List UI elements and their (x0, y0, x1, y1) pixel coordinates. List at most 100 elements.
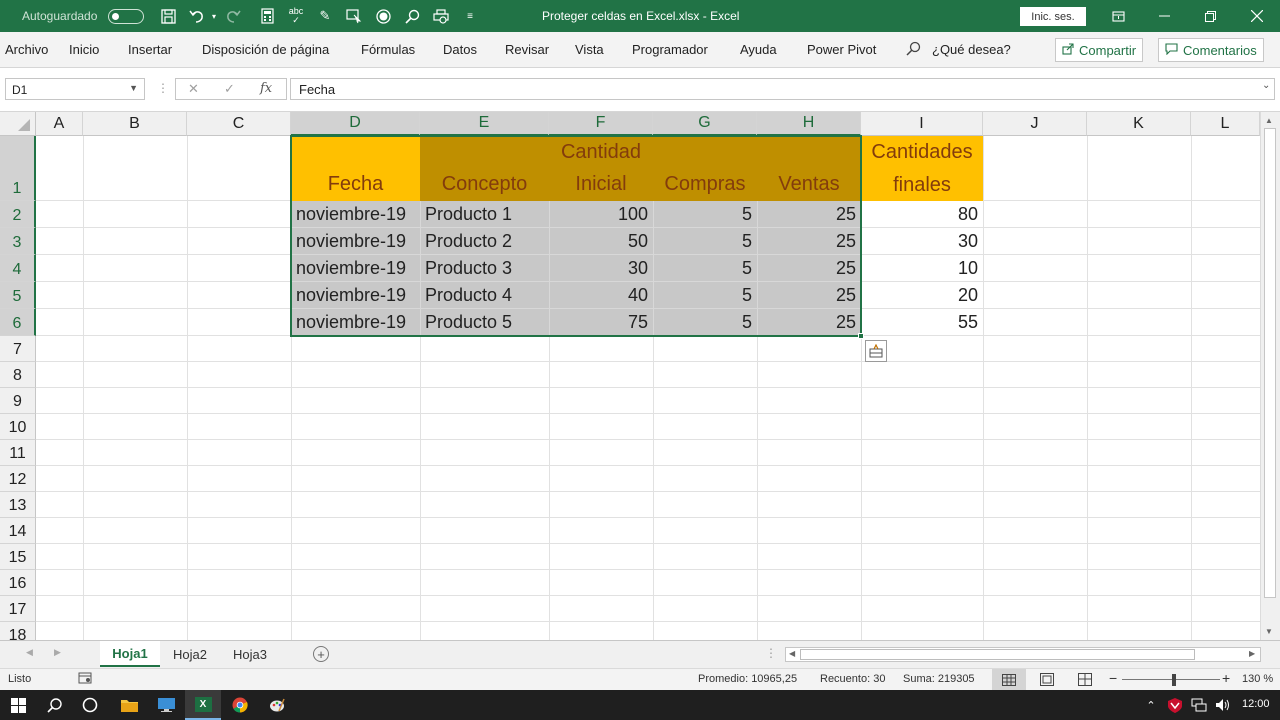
cell-i3[interactable]: 30 (861, 228, 983, 255)
cell-i6[interactable]: 55 (861, 309, 983, 336)
fill-handle[interactable] (858, 333, 864, 339)
zoom-in-icon[interactable]: + (1222, 670, 1230, 686)
col-header-j[interactable]: J (983, 112, 1087, 136)
network-icon[interactable] (1186, 690, 1212, 720)
col-header-d[interactable]: D (291, 112, 420, 136)
row-header-15[interactable]: 15 (0, 544, 36, 570)
scroll-down-icon[interactable]: ▼ (1265, 627, 1273, 636)
row-header-7[interactable]: 7 (0, 336, 36, 362)
clock[interactable]: 12:00 (1242, 698, 1270, 710)
tab-datos[interactable]: Datos (443, 42, 477, 57)
row-header-8[interactable]: 8 (0, 362, 36, 388)
col-header-b[interactable]: B (83, 112, 187, 136)
normal-view-icon[interactable] (992, 669, 1026, 690)
close-icon[interactable] (1234, 0, 1280, 32)
col-header-h[interactable]: H (757, 112, 861, 136)
expand-formula-icon[interactable]: ⌄ (1262, 80, 1270, 91)
restore-icon[interactable] (1187, 0, 1233, 32)
col-header-f[interactable]: F (549, 112, 653, 136)
vertical-scrollbar[interactable]: ▲ ▼ (1260, 112, 1280, 640)
sum-stat[interactable]: Suma: 219305 (903, 673, 975, 685)
chevron-down-icon[interactable]: ▼ (129, 83, 138, 93)
col-header-e[interactable]: E (420, 112, 549, 136)
row-header-10[interactable]: 10 (0, 414, 36, 440)
col-header-a[interactable]: A (36, 112, 83, 136)
print-preview-icon[interactable] (432, 7, 450, 25)
tab-insertar[interactable]: Insertar (128, 42, 172, 57)
sheet-tab-hoja2[interactable]: Hoja2 (162, 641, 218, 667)
undo-icon[interactable] (188, 7, 206, 25)
tab-programador[interactable]: Programador (632, 42, 708, 57)
zoom-level[interactable]: 130 % (1242, 673, 1273, 685)
more-options-icon[interactable]: ⋮ (157, 81, 169, 95)
sheet-tab-hoja1[interactable]: Hoja1 (100, 641, 160, 667)
sign-in-button[interactable]: Inic. ses. (1020, 7, 1086, 26)
horizontal-scrollbar[interactable]: ◀ ▶ (785, 647, 1261, 662)
zoom-slider[interactable] (1122, 679, 1220, 680)
record-icon[interactable] (374, 7, 392, 25)
select-shapes-icon[interactable] (345, 7, 363, 25)
average-stat[interactable]: Promedio: 10965,25 (698, 673, 797, 685)
excel-taskbar-icon[interactable]: X (185, 690, 221, 720)
tab-revisar[interactable]: Revisar (505, 42, 549, 57)
zoom-out-icon[interactable]: − (1109, 670, 1117, 686)
col-header-c[interactable]: C (187, 112, 291, 136)
draw-icon[interactable]: ✎ (316, 7, 334, 25)
row-header-13[interactable]: 13 (0, 492, 36, 518)
enter-icon[interactable]: ✓ (224, 81, 235, 97)
autosave-toggle[interactable] (108, 9, 144, 24)
cell-i5[interactable]: 20 (861, 282, 983, 309)
tab-inicio[interactable]: Inicio (69, 42, 99, 57)
scroll-up-icon[interactable]: ▲ (1265, 116, 1273, 125)
row-header-14[interactable]: 14 (0, 518, 36, 544)
horizontal-scroll-thumb[interactable] (800, 649, 1195, 660)
spelling-icon[interactable]: abc ✓ (287, 7, 305, 25)
minimize-icon[interactable] (1141, 0, 1187, 32)
select-all-corner[interactable] (0, 112, 36, 136)
tab-archivo[interactable]: Archivo (5, 42, 48, 57)
scroll-right-icon[interactable]: ▶ (1249, 649, 1255, 658)
file-explorer-icon[interactable] (111, 690, 147, 720)
page-layout-icon[interactable] (1040, 673, 1054, 689)
worksheet-grid[interactable]: A B C D E F G H I J K L 1 2 3 4 5 6 7 8 … (0, 112, 1280, 640)
tab-ayuda[interactable]: Ayuda (740, 42, 777, 57)
cancel-icon[interactable]: ✕ (188, 81, 199, 97)
customize-toolbar-icon[interactable]: ≡ (461, 7, 479, 25)
antivirus-icon[interactable] (1162, 690, 1188, 720)
volume-icon[interactable] (1210, 690, 1236, 720)
macro-record-icon[interactable] (78, 672, 92, 687)
cell-i2[interactable]: 80 (861, 201, 983, 228)
col-header-k[interactable]: K (1087, 112, 1191, 136)
row-header-17[interactable]: 17 (0, 596, 36, 622)
quick-analysis-icon[interactable] (865, 340, 887, 362)
ribbon-display-icon[interactable] (1095, 0, 1141, 32)
col-header-i[interactable]: I (861, 112, 983, 136)
comments-button[interactable]: Comentarios (1158, 38, 1264, 62)
col-header-g[interactable]: G (653, 112, 757, 136)
sheet-tab-hoja3[interactable]: Hoja3 (222, 641, 278, 667)
col-header-l[interactable]: L (1191, 112, 1260, 136)
scroll-left-icon[interactable]: ◀ (789, 649, 795, 658)
windows-start-icon[interactable] (0, 690, 36, 720)
name-box[interactable]: D1 ▼ (5, 78, 145, 100)
row-header-3[interactable]: 3 (0, 228, 36, 255)
chevron-up-icon[interactable]: ⌃ (1138, 690, 1164, 720)
row-header-16[interactable]: 16 (0, 570, 36, 596)
formula-input[interactable]: Fecha (290, 78, 1275, 100)
tab-power-pivot[interactable]: Power Pivot (807, 42, 876, 57)
tell-me-search[interactable]: ¿Qué desea? (932, 42, 1011, 57)
calculator-icon[interactable] (258, 7, 276, 25)
next-sheet-icon[interactable]: ▶ (54, 647, 61, 658)
header-cantidades-finales[interactable]: Cantidades finales (861, 136, 983, 201)
share-button[interactable]: Compartir (1055, 38, 1144, 62)
undo-dropdown-icon[interactable]: ▾ (205, 7, 223, 25)
desktop-app-icon[interactable] (148, 690, 184, 720)
row-header-11[interactable]: 11 (0, 440, 36, 466)
tab-split-icon[interactable]: ⋮ (765, 646, 777, 660)
save-icon[interactable] (159, 7, 177, 25)
search-icon[interactable] (36, 690, 72, 720)
redo-icon[interactable] (224, 7, 242, 25)
add-sheet-icon[interactable]: + (313, 646, 329, 662)
row-header-5[interactable]: 5 (0, 282, 36, 309)
page-break-icon[interactable] (1078, 673, 1092, 689)
